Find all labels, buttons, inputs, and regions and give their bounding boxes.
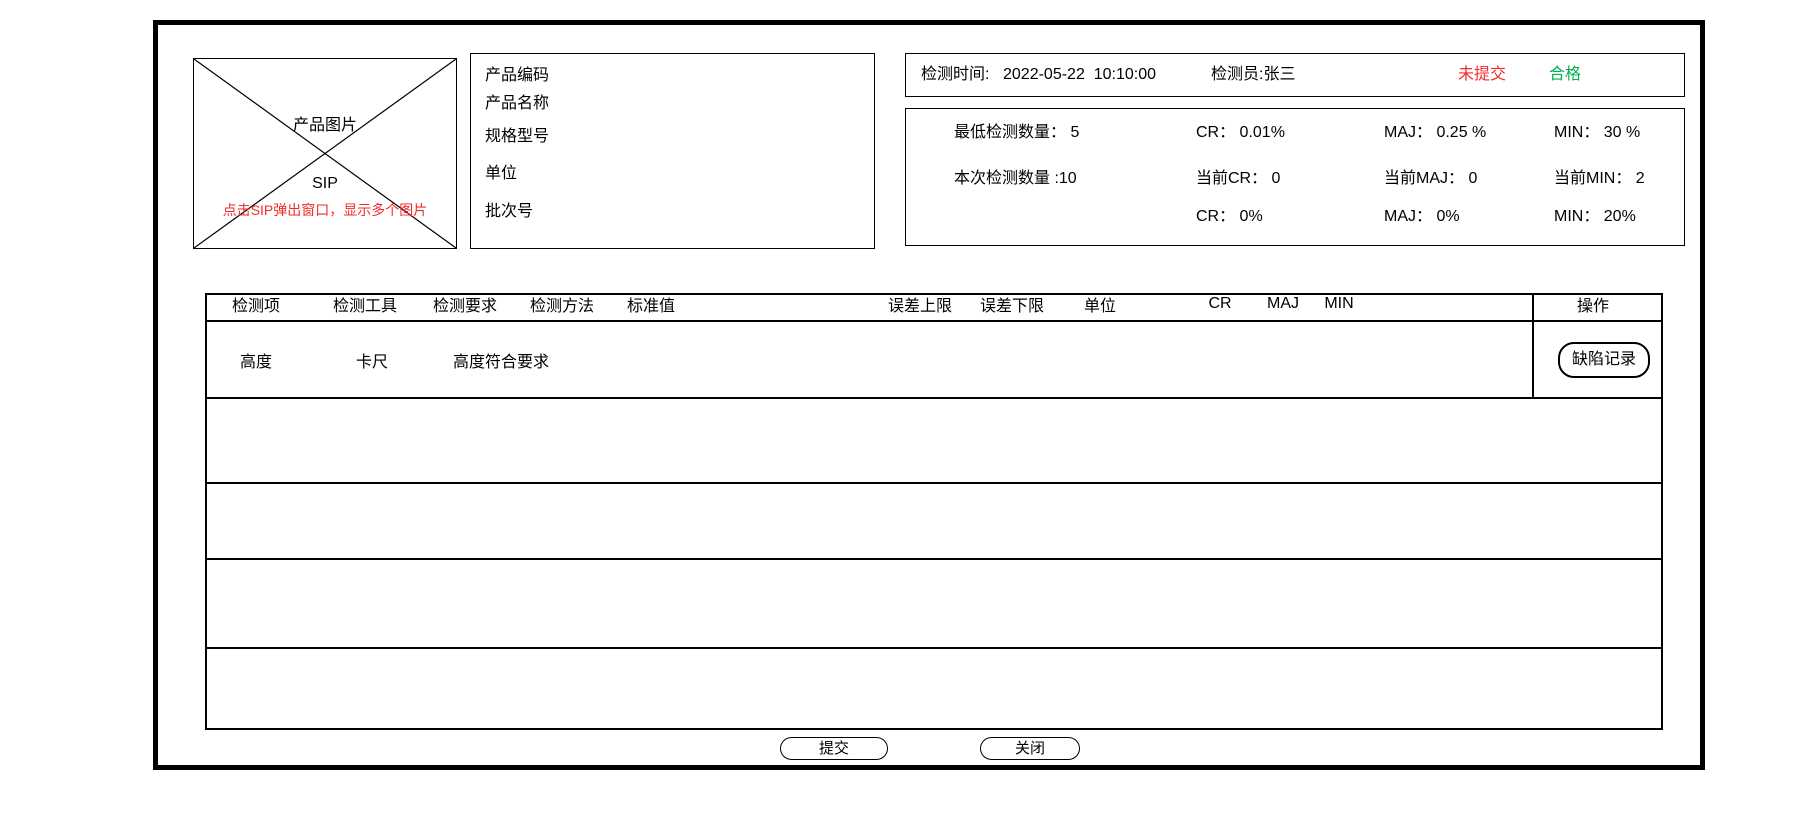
table-row-empty (207, 560, 1661, 649)
sip-link[interactable]: SIP (194, 175, 456, 193)
header-min: MIN (1324, 293, 1353, 315)
cell-item: 高度 (240, 348, 272, 372)
field-label-product-code: 产品编码 (485, 66, 549, 86)
stat-maj-limit: MAJ： 0.25 % (1384, 122, 1486, 144)
stat-current-qty: 本次检测数量 :10 (954, 168, 1077, 190)
inspection-window: 产品图片 SIP 点击SIP弹出窗口，显示多个图片 产品编码 产品名称 规格型号… (153, 20, 1705, 770)
stat-maj-rate: MAJ： 0% (1384, 206, 1460, 228)
submit-button[interactable]: 提交 (780, 737, 888, 760)
submit-status-badge: 未提交 (1458, 54, 1506, 95)
stat-current-min: 当前MIN： 2 (1554, 168, 1645, 190)
inspection-time-value: 2022-05-22 10:10:00 (1003, 54, 1156, 95)
table-row-empty (207, 399, 1661, 484)
inspector-name: 检测员:张三 (1211, 54, 1295, 95)
stat-current-maj: 当前MAJ： 0 (1384, 168, 1477, 190)
header-lower-limit: 误差下限 (980, 296, 1044, 318)
header-unit: 单位 (1084, 296, 1116, 318)
field-label-batch-number: 批次号 (485, 202, 533, 222)
product-image-label: 产品图片 (194, 111, 456, 135)
stat-current-cr: 当前CR： 0 (1196, 168, 1280, 190)
stat-min-limit: MIN： 30 % (1554, 122, 1640, 144)
stat-cr-limit: CR： 0.01% (1196, 122, 1285, 144)
table-row: 高度 卡尺 高度符合要求 缺陷记录 (207, 322, 1661, 399)
table-row-empty (207, 484, 1661, 560)
table-row-empty (207, 649, 1661, 728)
field-label-product-name: 产品名称 (485, 94, 549, 114)
cell-tool: 卡尺 (356, 348, 388, 372)
product-image-placeholder[interactable]: 产品图片 SIP 点击SIP弹出窗口，显示多个图片 (193, 58, 457, 249)
close-button[interactable]: 关闭 (980, 737, 1080, 760)
header-maj: MAJ (1267, 293, 1299, 315)
field-label-unit: 单位 (485, 164, 517, 184)
header-upper-limit: 误差上限 (888, 296, 952, 318)
header-requirement: 检测要求 (433, 296, 497, 318)
stat-cr-rate: CR： 0% (1196, 206, 1263, 228)
product-info-panel: 产品编码 产品名称 规格型号 单位 批次号 (470, 53, 875, 249)
inspection-time-label: 检测时间: (921, 54, 989, 95)
stat-min-rate: MIN： 20% (1554, 206, 1636, 228)
header-cr: CR (1208, 293, 1231, 315)
field-label-spec-model: 规格型号 (485, 127, 549, 147)
header-item: 检测项 (232, 296, 280, 318)
cell-requirement: 高度符合要求 (453, 348, 549, 372)
header-action: 操作 (1577, 296, 1609, 318)
defect-record-button[interactable]: 缺陷记录 (1558, 342, 1650, 378)
header-standard: 标准值 (627, 296, 675, 318)
stat-min-qty: 最低检测数量： 5 (954, 122, 1079, 144)
result-status-badge: 合格 (1549, 54, 1581, 95)
stats-panel: 最低检测数量： 5 CR： 0.01% MAJ： 0.25 % MIN： 30 … (905, 108, 1685, 246)
inspection-table: 检测项 检测工具 检测要求 检测方法 标准值 误差上限 误差下限 单位 CR M… (205, 293, 1663, 730)
sip-note: 点击SIP弹出窗口，显示多个图片 (194, 200, 456, 220)
header-method: 检测方法 (530, 296, 594, 318)
header-tool: 检测工具 (333, 296, 397, 318)
table-header-row: 检测项 检测工具 检测要求 检测方法 标准值 误差上限 误差下限 单位 CR M… (207, 295, 1661, 322)
inspection-header: 检测时间: 2022-05-22 10:10:00 检测员:张三 未提交 合格 (905, 53, 1685, 97)
